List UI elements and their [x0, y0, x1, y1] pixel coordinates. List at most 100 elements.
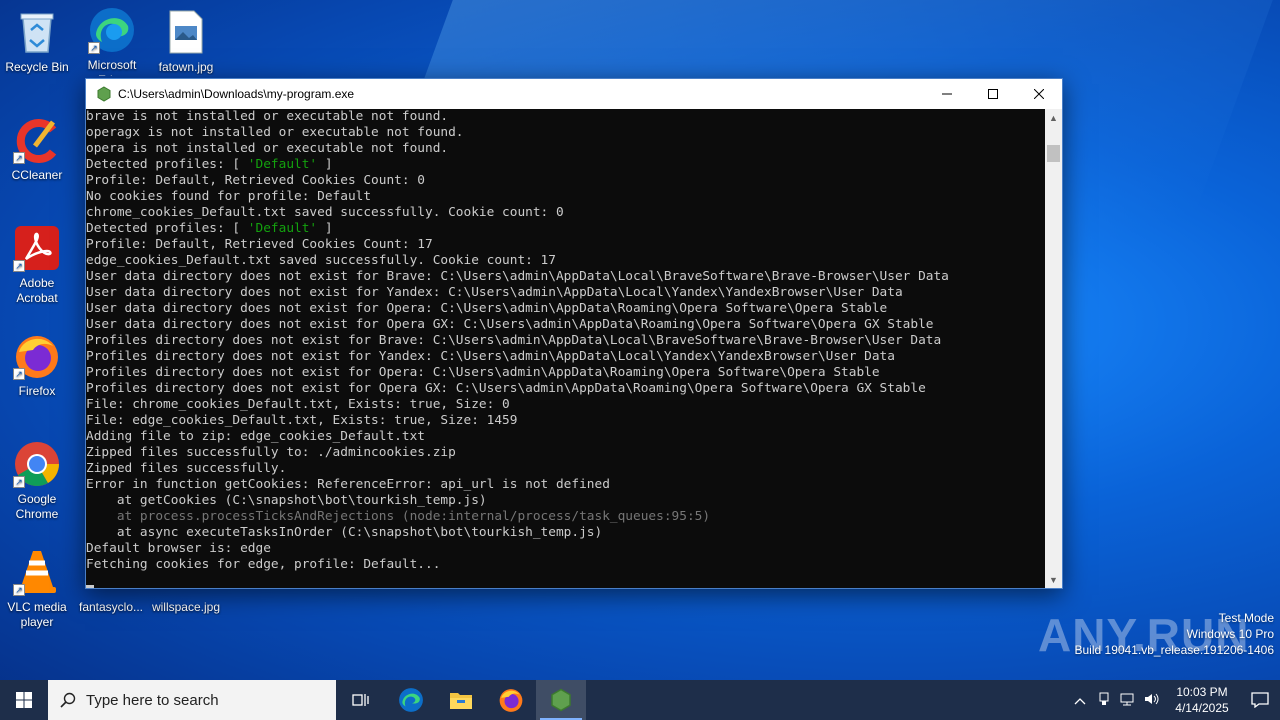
- close-icon: [1034, 89, 1044, 99]
- desktop-icon-label: willspace.jpg: [151, 600, 221, 614]
- desktop-icon-label: Google Chrome: [15, 492, 59, 521]
- clock-date: 4/14/2025: [1175, 701, 1229, 715]
- task-view-icon: [352, 694, 369, 706]
- chevron-up-icon[interactable]: [1068, 693, 1092, 708]
- console-line: Profiles directory does not exist for Op…: [86, 365, 880, 380]
- console-line: operagx is not installed or executable n…: [86, 125, 464, 140]
- vlc-icon: ↗: [13, 548, 61, 596]
- usb-device-icon[interactable]: [1092, 692, 1116, 709]
- shortcut-arrow-icon: ↗: [88, 42, 100, 54]
- desktop-icon-label: fatown.jpg: [158, 60, 214, 74]
- desktop-icon-ccleaner[interactable]: ↗ CCleaner: [0, 116, 74, 183]
- desktop-icon-label: Recycle Bin: [5, 60, 69, 74]
- volume-icon[interactable]: [1140, 692, 1164, 709]
- windows-watermark: Test Mode Windows 10 Pro Build 19041.vb_…: [1075, 610, 1275, 658]
- desktop-icon-vlc[interactable]: ↗ VLC media player: [0, 548, 74, 630]
- notification-icon: [1251, 692, 1269, 708]
- firefox-icon: [499, 689, 523, 712]
- console-line: No cookies found for profile: Default: [86, 189, 372, 204]
- recycle-bin-icon: [13, 8, 61, 56]
- nodejs-hexagon-icon: [551, 688, 571, 712]
- desktop-icon-microsoft-edge[interactable]: ↗ Microsoft Edge: [75, 6, 149, 76]
- taskbar: Type here to search 10:03 PM 4/14/2025: [0, 680, 1280, 720]
- minimize-icon: [942, 93, 952, 95]
- vertical-scrollbar[interactable]: ▲ ▼: [1045, 109, 1062, 588]
- console-line: Profiles directory does not exist for Br…: [86, 333, 942, 348]
- desktop-icon-label: fantasyclo...: [78, 600, 144, 614]
- taskbar-my-program[interactable]: [536, 680, 586, 720]
- console-line: Profile: Default, Retrieved Cookies Coun…: [86, 173, 425, 188]
- console-line: at process.processTicksAndRejections (no…: [86, 509, 711, 524]
- shortcut-arrow-icon: ↗: [13, 368, 25, 380]
- console-line: User data directory does not exist for O…: [86, 301, 888, 316]
- console-line: Fetching cookies for edge, profile: Defa…: [86, 557, 441, 572]
- console-highlight-text: 'Default': [247, 221, 318, 236]
- shortcut-arrow-icon: ↗: [13, 260, 25, 272]
- console-line: Profiles directory does not exist for Ya…: [86, 349, 895, 364]
- chrome-icon: ↗: [13, 440, 61, 488]
- action-center-button[interactable]: [1240, 692, 1280, 708]
- shortcut-arrow-icon: ↗: [13, 584, 25, 596]
- close-button[interactable]: [1016, 79, 1062, 109]
- console-line: Profiles directory does not exist for Op…: [86, 381, 926, 396]
- search-placeholder: Type here to search: [86, 691, 219, 709]
- acrobat-icon: ↗: [13, 224, 61, 272]
- scroll-up-arrow-icon[interactable]: ▲: [1045, 109, 1062, 126]
- network-icon[interactable]: [1116, 692, 1140, 709]
- windows-logo-icon: [16, 692, 32, 708]
- console-line: opera is not installed or executable not…: [86, 141, 449, 156]
- desktop-icon-label: VLC media player: [7, 600, 67, 629]
- console-line: Zipped files successfully to: ./admincoo…: [86, 445, 456, 460]
- task-view-button[interactable]: [336, 680, 386, 720]
- taskbar-file-explorer[interactable]: [436, 680, 486, 720]
- window-title: C:\Users\admin\Downloads\my-program.exe: [118, 87, 355, 101]
- window-titlebar[interactable]: C:\Users\admin\Downloads\my-program.exe: [86, 79, 1062, 109]
- edition-text: Windows 10 Pro: [1186, 627, 1274, 641]
- console-line: Error in function getCookies: ReferenceE…: [86, 477, 610, 492]
- nodejs-hexagon-icon: [97, 86, 111, 102]
- system-tray: 10:03 PM 4/14/2025: [1068, 680, 1280, 720]
- scrollbar-thumb[interactable]: [1047, 145, 1060, 162]
- console-line: Detected profiles: [ 'Default' ]: [86, 221, 1047, 237]
- desktop-icon-label: CCleaner: [11, 168, 63, 182]
- desktop-icon-fatown-jpg[interactable]: fatown.jpg: [149, 8, 223, 75]
- search-icon: [60, 692, 76, 708]
- desktop-icon-label: Microsoft Edge: [87, 58, 137, 76]
- desktop-icon-google-chrome[interactable]: ↗ Google Chrome: [0, 440, 74, 522]
- console-output[interactable]: brave is not installed or executable not…: [86, 109, 1047, 588]
- desktop-icon-adobe-acrobat[interactable]: ↗ Adobe Acrobat: [0, 224, 74, 306]
- console-line: Zipped files successfully.: [86, 461, 287, 476]
- console-cursor: [86, 585, 94, 588]
- console-line: Profile: Default, Retrieved Cookies Coun…: [86, 237, 433, 252]
- console-window[interactable]: C:\Users\admin\Downloads\my-program.exe …: [85, 78, 1063, 589]
- build-text: Build 19041.vb_release.191206-1406: [1074, 643, 1275, 657]
- console-line: at async executeTasksInOrder (C:\snapsho…: [86, 525, 603, 540]
- console-text: Detected profiles: [: [86, 221, 248, 236]
- minimize-button[interactable]: [924, 79, 970, 109]
- console-line: Adding file to zip: edge_cookies_Default…: [86, 429, 425, 444]
- console-highlight-text: 'Default': [247, 157, 318, 172]
- taskbar-edge[interactable]: [386, 680, 436, 720]
- console-line: User data directory does not exist for B…: [86, 269, 949, 284]
- console-line: File: chrome_cookies_Default.txt, Exists…: [86, 397, 510, 412]
- desktop-icon-recycle-bin[interactable]: Recycle Bin: [0, 8, 74, 75]
- console-line: chrome_cookies_Default.txt saved success…: [86, 205, 564, 220]
- folder-icon: [450, 693, 472, 709]
- console-text: ]: [317, 157, 333, 172]
- scroll-down-arrow-icon[interactable]: ▼: [1045, 571, 1062, 588]
- firefox-icon: ↗: [13, 332, 61, 380]
- console-line: User data directory does not exist for Y…: [86, 285, 903, 300]
- test-mode-text: Test Mode: [1218, 611, 1274, 625]
- shortcut-arrow-icon: ↗: [13, 152, 25, 164]
- taskbar-firefox[interactable]: [486, 680, 536, 720]
- console-line: User data directory does not exist for O…: [86, 317, 934, 332]
- desktop-icon-firefox[interactable]: ↗ Firefox: [0, 332, 74, 399]
- maximize-button[interactable]: [970, 79, 1016, 109]
- console-line: File: edge_cookies_Default.txt, Exists: …: [86, 413, 518, 428]
- edge-icon: [399, 688, 423, 712]
- start-button[interactable]: [0, 680, 48, 720]
- console-text: ]: [317, 221, 333, 236]
- console-line: at getCookies (C:\snapshot\bot\tourkish_…: [86, 493, 487, 508]
- taskbar-clock[interactable]: 10:03 PM 4/14/2025: [1164, 684, 1240, 716]
- taskbar-search-box[interactable]: Type here to search: [48, 680, 336, 720]
